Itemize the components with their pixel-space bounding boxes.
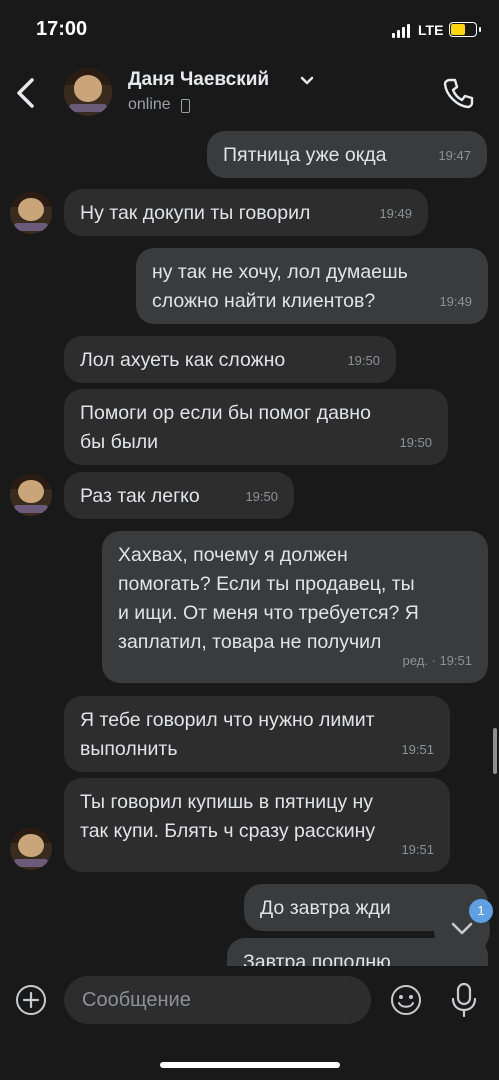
message-time: 19:47 <box>438 148 471 163</box>
network-type: LTE <box>418 22 444 38</box>
message-text: Хахвах, почему я должен помогать? Если т… <box>118 544 419 653</box>
message-bubble[interactable]: Ты говорил купишь в пятницу ну так купи.… <box>64 778 450 872</box>
message-bubble[interactable]: Лол ахуеть как сложно 19:50 <box>64 336 396 383</box>
contact-status: online <box>128 96 171 113</box>
message-bubble[interactable]: Хахвах, почему я должен помогать? Если т… <box>102 531 488 683</box>
scrollbar[interactable] <box>493 728 497 774</box>
unread-badge: 1 <box>469 899 493 923</box>
battery-icon <box>449 22 481 37</box>
message-time: ред. · 19:51 <box>402 653 472 668</box>
message-text: Помоги ор если бы помог давно бы были <box>80 402 371 453</box>
status-bar: 17:00 LTE <box>0 0 499 60</box>
status-time: 17:00 <box>36 18 88 40</box>
sender-avatar[interactable] <box>10 828 52 870</box>
signal-icon <box>392 24 412 38</box>
message-bubble[interactable]: Ну так докупи ты говорил 19:49 <box>64 189 428 236</box>
message-time: 19:49 <box>379 206 412 221</box>
message-bubble[interactable]: Раз так легко 19:50 <box>64 472 294 519</box>
message-time: 19:50 <box>347 353 380 368</box>
chevron-left-icon[interactable] <box>14 76 38 110</box>
home-indicator[interactable] <box>160 1062 340 1068</box>
sender-avatar[interactable] <box>10 192 52 234</box>
message-text: Пятница уже окда <box>223 144 387 166</box>
message-time: 19:50 <box>245 489 278 504</box>
message-text: Раз так легко <box>80 485 200 507</box>
microphone-icon[interactable] <box>450 982 478 1018</box>
message-bubble[interactable]: Я тебе говорил что нужно лимит выполнить… <box>64 696 450 772</box>
chevron-down-icon <box>451 922 473 935</box>
message-text: Я тебе говорил что нужно лимит выполнить <box>80 709 375 760</box>
message-text: Ты говорил купишь в пятницу ну так купи.… <box>80 791 376 842</box>
attach-plus-icon[interactable] <box>15 984 47 1016</box>
message-time: 19:51 <box>401 742 434 757</box>
contact-name[interactable]: Даня Чаевский <box>128 69 269 91</box>
message-bubble[interactable]: ну так не хочу, лол думаешь сложно найти… <box>136 248 488 324</box>
message-bubble[interactable]: Пятница уже окда 19:47 <box>207 131 487 178</box>
chat-header: Даня Чаевский online <box>0 60 499 128</box>
message-bubble[interactable]: Помоги ор если бы помог давно бы были 19… <box>64 389 448 465</box>
message-time: 19:50 <box>399 435 432 450</box>
chevron-down-icon[interactable] <box>300 74 314 88</box>
message-input[interactable] <box>64 976 371 1024</box>
emoji-icon[interactable] <box>390 984 422 1016</box>
message-text: Завтра пополню <box>243 951 391 966</box>
message-text: Лол ахуеть как сложно <box>80 349 286 371</box>
mobile-icon <box>181 99 190 113</box>
message-time: 19:51 <box>401 842 434 857</box>
message-text: Ну так докупи ты говорил <box>80 202 311 224</box>
phone-icon[interactable] <box>442 76 476 110</box>
message-time: 19:49 <box>439 294 472 309</box>
sender-avatar[interactable] <box>10 474 52 516</box>
message-text: ну так не хочу, лол думаешь сложно найти… <box>152 261 408 312</box>
message-text: До завтра жди <box>260 897 391 919</box>
contact-avatar[interactable] <box>64 68 112 116</box>
